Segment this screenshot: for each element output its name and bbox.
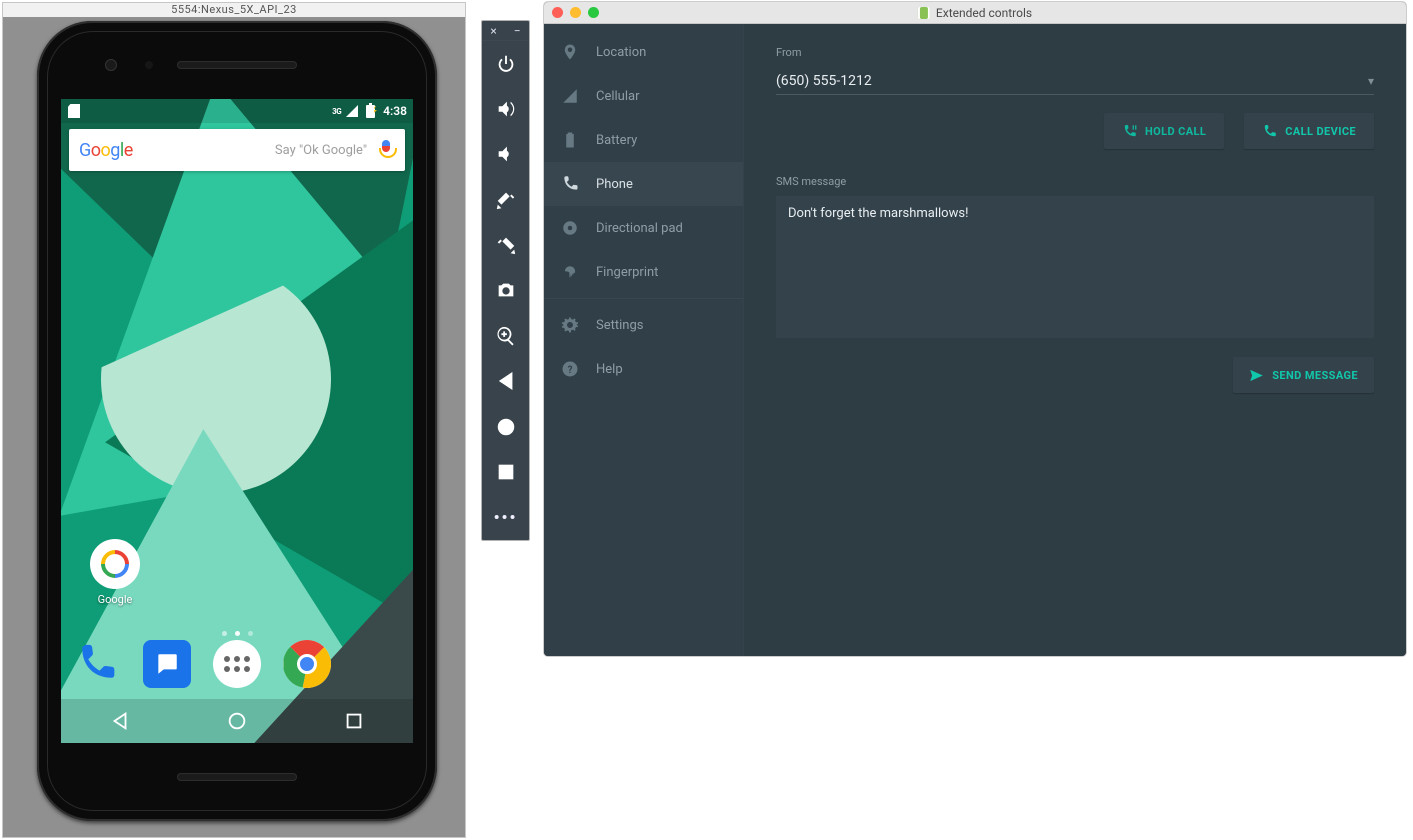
favorites-tray bbox=[61, 629, 413, 699]
device-proximity bbox=[145, 61, 153, 69]
status-bar[interactable]: 3G ⚡ 4:38 bbox=[61, 99, 413, 123]
chrome-app-icon[interactable] bbox=[283, 640, 331, 688]
google-app-icon bbox=[95, 544, 135, 584]
device-earpiece bbox=[177, 61, 297, 69]
sidebar-item-phone[interactable]: Phone bbox=[544, 162, 743, 206]
sidebar-item-label: Directional pad bbox=[596, 221, 683, 236]
from-label: From bbox=[776, 46, 1374, 59]
sidebar-item-help[interactable]: ? Help bbox=[544, 347, 743, 391]
toolbar-rotate-right-icon[interactable] bbox=[482, 222, 529, 267]
emulator-window: 5554:Nexus_5X_API_23 3G bbox=[2, 2, 466, 838]
toolbar-volume-down-icon[interactable] bbox=[482, 132, 529, 177]
battery-icon bbox=[560, 130, 580, 150]
sidebar-item-location[interactable]: Location bbox=[544, 30, 743, 74]
toolbar-zoom-icon[interactable] bbox=[482, 313, 529, 358]
home-app-google[interactable]: Google bbox=[85, 539, 145, 606]
hold-call-label: HOLD CALL bbox=[1145, 125, 1206, 138]
extended-sidebar: Location Cellular Battery Phone Directio… bbox=[544, 24, 744, 656]
sms-label: SMS message bbox=[776, 175, 1374, 188]
sidebar-item-label: Settings bbox=[596, 318, 643, 333]
help-icon: ? bbox=[560, 359, 580, 379]
toolbar-rotate-left-icon[interactable] bbox=[482, 177, 529, 222]
device-screen[interactable]: 3G ⚡ 4:38 Google Say "Ok Google" bbox=[61, 99, 413, 743]
toolbar-minimize-icon[interactable]: − bbox=[514, 21, 521, 41]
search-placeholder: Say "Ok Google" bbox=[275, 143, 367, 158]
extended-titlebar[interactable]: Extended controls bbox=[544, 2, 1406, 24]
nav-recents-icon[interactable] bbox=[343, 710, 365, 732]
toolbar-volume-up-icon[interactable] bbox=[482, 86, 529, 131]
toolbar-close-icon[interactable]: × bbox=[490, 21, 496, 41]
sidebar-item-label: Location bbox=[596, 45, 646, 60]
toolbar-screenshot-icon[interactable] bbox=[482, 268, 529, 313]
clock: 4:38 bbox=[383, 104, 407, 118]
emulator-body: 3G ⚡ 4:38 Google Say "Ok Google" bbox=[3, 17, 465, 837]
call-device-button[interactable]: CALL DEVICE bbox=[1244, 113, 1374, 149]
device-camera bbox=[105, 59, 117, 71]
device-frame: 3G ⚡ 4:38 Google Say "Ok Google" bbox=[37, 21, 437, 821]
app-drawer-icon[interactable] bbox=[213, 640, 261, 688]
sidebar-item-label: Fingerprint bbox=[596, 265, 658, 280]
phone-icon bbox=[560, 174, 580, 194]
hold-call-button[interactable]: HOLD CALL bbox=[1104, 113, 1224, 149]
voice-search-icon[interactable] bbox=[377, 140, 395, 160]
sidebar-item-battery[interactable]: Battery bbox=[544, 118, 743, 162]
nav-back-icon[interactable] bbox=[109, 710, 131, 732]
call-device-label: CALL DEVICE bbox=[1285, 125, 1356, 138]
emulator-title: 5554:Nexus_5X_API_23 bbox=[171, 3, 297, 16]
sidebar-item-cellular[interactable]: Cellular bbox=[544, 74, 743, 118]
nav-home-icon[interactable] bbox=[226, 710, 248, 732]
toolbar-power-icon[interactable] bbox=[482, 41, 529, 86]
from-dropdown[interactable]: ▾ bbox=[776, 67, 1374, 95]
dpad-icon bbox=[560, 218, 580, 238]
extended-title: Extended controls bbox=[936, 6, 1032, 20]
home-app-label: Google bbox=[98, 593, 133, 606]
window-zoom-icon[interactable] bbox=[588, 7, 599, 18]
sidebar-item-label: Cellular bbox=[596, 89, 639, 104]
sms-message-input[interactable] bbox=[776, 196, 1374, 338]
signal-icon bbox=[345, 104, 359, 118]
sdcard-icon bbox=[67, 104, 81, 118]
sidebar-item-settings[interactable]: Settings bbox=[544, 303, 743, 347]
navigation-bar bbox=[61, 699, 413, 743]
toolbar-more-icon[interactable]: ••• bbox=[482, 495, 529, 540]
toolbar-back-icon[interactable] bbox=[482, 359, 529, 404]
battery-icon: ⚡ bbox=[363, 104, 377, 118]
window-close-icon[interactable] bbox=[552, 7, 563, 18]
sidebar-item-label: Phone bbox=[596, 177, 633, 192]
fingerprint-icon bbox=[560, 262, 580, 282]
settings-icon bbox=[560, 315, 580, 335]
send-message-button[interactable]: SEND MESSAGE bbox=[1233, 357, 1374, 393]
phone-app-icon[interactable] bbox=[72, 640, 120, 688]
from-value[interactable] bbox=[776, 73, 1368, 89]
network-type: 3G bbox=[332, 107, 341, 116]
window-minimize-icon[interactable] bbox=[570, 7, 581, 18]
dropdown-arrow-icon: ▾ bbox=[1368, 74, 1374, 88]
google-search-bar[interactable]: Google Say "Ok Google" bbox=[69, 129, 405, 171]
device-speaker bbox=[177, 773, 297, 781]
extended-main-phone: From ▾ HOLD CALL CALL DEVICE SMS message bbox=[744, 24, 1406, 656]
cellular-icon bbox=[560, 86, 580, 106]
toolbar-home-icon[interactable] bbox=[482, 404, 529, 449]
location-icon bbox=[560, 42, 580, 62]
messenger-app-icon[interactable] bbox=[143, 640, 191, 688]
send-message-label: SEND MESSAGE bbox=[1272, 369, 1358, 382]
extended-title-icon bbox=[918, 7, 930, 19]
sidebar-item-dpad[interactable]: Directional pad bbox=[544, 206, 743, 250]
sidebar-item-label: Help bbox=[596, 362, 623, 377]
google-logo: Google bbox=[79, 140, 133, 161]
sidebar-item-label: Battery bbox=[596, 133, 637, 148]
svg-text:?: ? bbox=[568, 365, 573, 376]
emulator-titlebar[interactable]: 5554:Nexus_5X_API_23 bbox=[3, 3, 465, 17]
toolbar-overview-icon[interactable] bbox=[482, 449, 529, 494]
extended-controls-window: Extended controls Location Cellular Batt… bbox=[544, 2, 1406, 656]
sidebar-item-fingerprint[interactable]: Fingerprint bbox=[544, 250, 743, 294]
emulator-toolbar: × − ••• bbox=[481, 20, 530, 541]
